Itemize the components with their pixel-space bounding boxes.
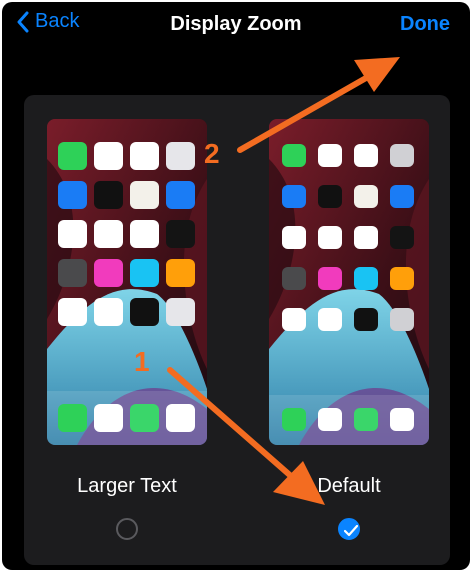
checkmark-icon bbox=[344, 525, 358, 537]
app-icon bbox=[318, 185, 342, 208]
default-radio[interactable] bbox=[338, 518, 360, 540]
app-icon bbox=[130, 181, 159, 209]
app-icon bbox=[94, 181, 123, 209]
app-icon bbox=[94, 298, 123, 326]
app-icon bbox=[318, 308, 342, 331]
app-icon bbox=[354, 226, 378, 249]
navigation-bar: Back Display Zoom Done bbox=[2, 2, 470, 50]
app-icon bbox=[130, 142, 159, 170]
app-icon-grid bbox=[58, 142, 195, 326]
larger-text-preview[interactable] bbox=[47, 119, 207, 445]
app-icon bbox=[58, 142, 87, 170]
app-icon bbox=[282, 408, 306, 431]
app-icon bbox=[94, 404, 123, 432]
app-icon bbox=[318, 408, 342, 431]
default-preview[interactable] bbox=[269, 119, 429, 445]
app-icon bbox=[58, 298, 87, 326]
app-icon bbox=[390, 408, 414, 431]
app-icon bbox=[94, 142, 123, 170]
app-icon bbox=[58, 259, 87, 287]
app-icon bbox=[318, 226, 342, 249]
app-icon bbox=[166, 181, 195, 209]
app-icon bbox=[390, 308, 414, 331]
app-icon bbox=[166, 259, 195, 287]
app-icon bbox=[354, 267, 378, 290]
app-icon bbox=[390, 226, 414, 249]
app-icon bbox=[390, 267, 414, 290]
dock bbox=[47, 391, 207, 445]
app-icon bbox=[282, 144, 306, 167]
app-icon bbox=[318, 144, 342, 167]
step-1-label: 1 bbox=[134, 346, 150, 377]
app-icon bbox=[130, 259, 159, 287]
app-icon bbox=[58, 220, 87, 248]
app-icon bbox=[166, 142, 195, 170]
app-icon bbox=[58, 181, 87, 209]
app-icon bbox=[354, 144, 378, 167]
app-icon bbox=[130, 404, 159, 432]
app-icon bbox=[94, 259, 123, 287]
zoom-options-card: Larger Text Default bbox=[24, 95, 450, 565]
dock bbox=[269, 395, 429, 445]
app-icon bbox=[354, 308, 378, 331]
app-icon bbox=[390, 185, 414, 208]
app-icon bbox=[130, 220, 159, 248]
app-icon bbox=[130, 298, 159, 326]
default-label: Default bbox=[317, 475, 381, 497]
app-icon bbox=[354, 408, 378, 431]
app-icon bbox=[166, 404, 195, 432]
app-icon bbox=[166, 220, 195, 248]
app-icon bbox=[282, 308, 306, 331]
app-icon bbox=[58, 404, 87, 432]
screen: Back Display Zoom Done Larger Text Defau… bbox=[2, 2, 470, 570]
larger-text-radio[interactable] bbox=[116, 518, 138, 540]
app-icon bbox=[282, 185, 306, 208]
app-icon bbox=[166, 298, 195, 326]
app-icon bbox=[390, 144, 414, 167]
app-icon bbox=[282, 226, 306, 249]
app-icon bbox=[282, 267, 306, 290]
larger-text-label: Larger Text bbox=[77, 475, 177, 497]
app-icon bbox=[354, 185, 378, 208]
app-icon bbox=[318, 267, 342, 290]
default-option[interactable]: Default bbox=[249, 475, 449, 540]
larger-text-option[interactable]: Larger Text bbox=[27, 475, 227, 540]
arrow-head-to-done bbox=[354, 57, 400, 92]
app-icon-grid bbox=[282, 144, 414, 331]
step-2-label: 2 bbox=[204, 138, 220, 169]
app-icon bbox=[94, 220, 123, 248]
done-button[interactable]: Done bbox=[400, 13, 450, 36]
